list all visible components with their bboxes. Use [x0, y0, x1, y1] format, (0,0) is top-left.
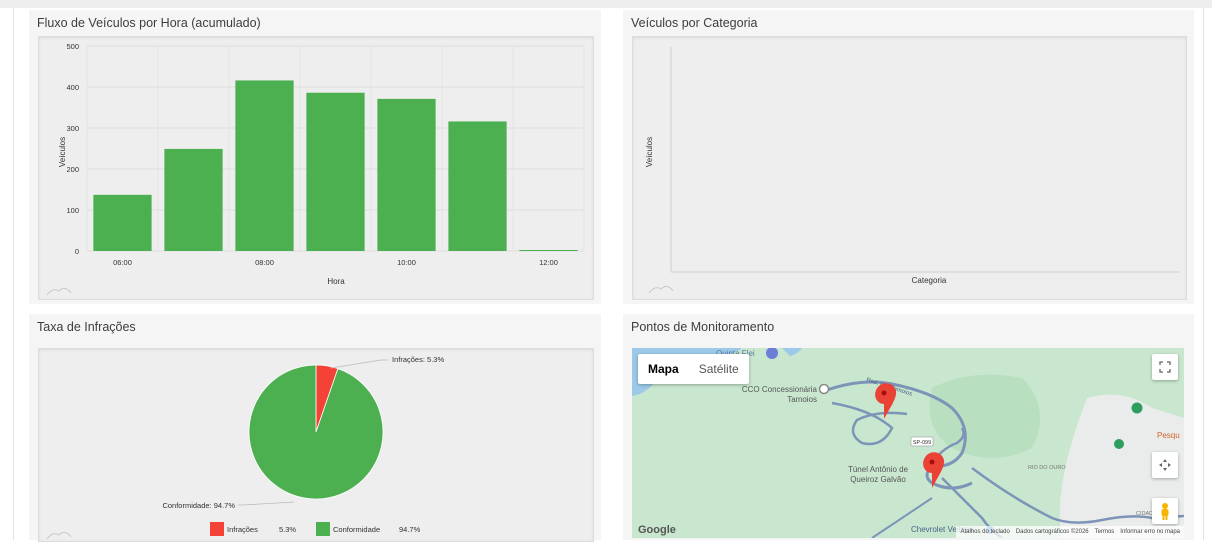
report-error-link[interactable]: Informar erro no mapa [1120, 529, 1180, 535]
map-place-tunnel2: Queiroz Galvão [850, 475, 906, 484]
map-place-pesq: Pesqu [1157, 431, 1180, 440]
map-place-tunnel: Túnel Antônio de [848, 465, 909, 474]
monitoring-panel-title: Pontos de Monitoramento [631, 320, 775, 334]
keyboard-shortcuts-link[interactable]: Atalhos do teclado [960, 529, 1009, 535]
flow-y-tick-label: 0 [75, 247, 79, 256]
pie-leader-conformidade [238, 501, 295, 506]
flow-x-tick-label: 10:00 [397, 258, 416, 267]
monitoring-marker[interactable] [923, 452, 945, 488]
flow-bar [519, 250, 578, 251]
map-place-rio: RIO DO OURO [1028, 465, 1066, 471]
flow-bar [377, 98, 436, 251]
map-attribution: Atalhos do teclado Dados cartográficos ©… [956, 526, 1184, 538]
legend-value-conformidade: 94.7% [399, 525, 421, 534]
flow-bar [164, 148, 223, 251]
flow-bar [235, 80, 294, 251]
map-poi-icon [1114, 439, 1124, 449]
category-x-axis-label: Categoria [912, 276, 947, 285]
map-place-quinta-icon [766, 348, 778, 359]
chart-watermark-icon [648, 285, 674, 294]
flow-bar-chart: 0 100 200 300 400 500 06:00 08:00 10:00 12:00 Ho… [46, 42, 585, 296]
right-rail [1203, 8, 1212, 540]
flow-panel: Fluxo de Veículos por Hora (acumulado) 0… [29, 10, 601, 304]
chart-watermark-icon [46, 287, 72, 296]
map-data-credit: Dados cartográficos ©2026 [1015, 529, 1089, 535]
infractions-pie-chart: Infrações: 5.3% Conformidade: 94.7% Infr… [46, 355, 444, 540]
flow-x-tick-label: 12:00 [539, 258, 558, 267]
flow-bar [306, 92, 365, 251]
camera-control-icon [1159, 459, 1171, 471]
flow-y-tick-label: 100 [66, 206, 79, 215]
flow-panel-title: Fluxo de Veículos por Hora (acumulado) [37, 16, 261, 30]
map-poi-icon [1131, 402, 1143, 414]
infractions-panel: Taxa de Infrações Infrações: 5.3% Confor… [29, 314, 601, 542]
flow-y-axis-label: Veículos [58, 137, 67, 167]
map-water [782, 348, 802, 356]
left-rail [0, 8, 14, 540]
camera-control-button[interactable] [1152, 452, 1178, 478]
map-pin-dot [881, 390, 887, 396]
pie-slice-conformidade [248, 364, 384, 500]
legend-swatch-conformidade [316, 522, 330, 536]
terms-link[interactable]: Termos [1095, 529, 1115, 535]
flow-x-tick-label: 06:00 [113, 258, 132, 267]
fullscreen-button[interactable] [1152, 354, 1178, 380]
map-place-cco-icon [818, 383, 830, 395]
map-road [831, 401, 908, 446]
category-panel: Veículos por Categoria Categoria Veículo… [623, 10, 1194, 304]
top-border [0, 0, 1212, 8]
fullscreen-icon [1159, 361, 1171, 373]
pie-leader-infractions [330, 359, 388, 369]
map-place-cco2: Tamoios [787, 395, 817, 404]
road-badge-text: SP-099 [913, 440, 931, 446]
street-view-button[interactable] [1152, 498, 1178, 524]
monitoring-map[interactable]: SP-099 Rod. dos Tamoios Quinta Flei CCO … [632, 348, 1184, 538]
pegman-icon [1161, 503, 1169, 520]
category-panel-title: Veículos por Categoria [631, 16, 758, 30]
flow-bar [93, 194, 152, 251]
flow-bar [448, 121, 507, 251]
category-bar-chart: Categoria Veículos [645, 47, 1179, 294]
map-forest [929, 374, 1040, 458]
map-type-map-button[interactable]: Mapa [638, 354, 689, 384]
map-place-cco: CCO Concessionária [742, 385, 818, 394]
map-pin-dot [929, 459, 935, 465]
legend-label-conformidade: Conformidade [333, 525, 380, 534]
pie-label-infractions: Infrações: 5.3% [392, 355, 444, 364]
flow-y-tick-label: 300 [66, 124, 79, 133]
map-pin-icon[interactable] [923, 452, 945, 488]
chart-watermark-icon [46, 531, 72, 540]
pie-label-conformidade: Conformidade: 94.7% [162, 501, 235, 510]
infractions-panel-title: Taxa de Infrações [37, 320, 136, 334]
map-type-toggle[interactable]: Mapa Satélite [638, 354, 749, 384]
infractions-chart-frame: Infrações: 5.3% Conformidade: 94.7% Infr… [38, 348, 594, 542]
map-type-satellite-button[interactable]: Satélite [689, 354, 749, 384]
legend-label-infractions: Infrações [227, 525, 258, 534]
legend-swatch-infractions [210, 522, 224, 536]
flow-chart-frame: 0 100 200 300 400 500 06:00 08:00 10:00 12:00 Ho… [38, 36, 594, 300]
legend-value-infractions: 5.3% [279, 525, 296, 534]
category-chart-frame: Categoria Veículos [632, 36, 1187, 300]
flow-y-tick-label: 500 [66, 42, 79, 51]
flow-x-tick-label: 08:00 [255, 258, 274, 267]
flow-y-tick-label: 200 [66, 165, 79, 174]
google-logo: Google [638, 524, 676, 536]
flow-y-tick-label: 400 [66, 83, 79, 92]
flow-x-axis-label: Hora [327, 277, 345, 286]
category-y-axis-label: Veículos [645, 137, 654, 167]
